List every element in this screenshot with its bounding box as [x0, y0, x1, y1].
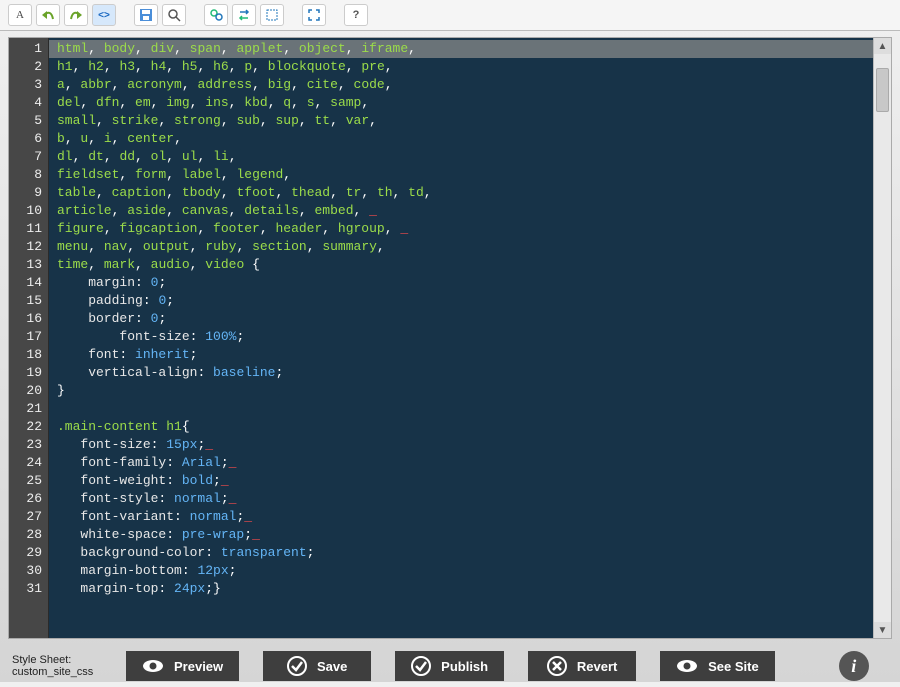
see-site-button[interactable]: See Site [660, 651, 775, 681]
save-icon[interactable] [134, 4, 158, 26]
line-number: 10 [9, 202, 48, 220]
undo-icon[interactable] [36, 4, 60, 26]
code-line[interactable]: font-style: normal;_ [49, 490, 873, 508]
line-number: 4 [9, 94, 48, 112]
code-line[interactable]: article, aside, canvas, details, embed, … [49, 202, 873, 220]
code-line[interactable]: white-space: pre-wrap;_ [49, 526, 873, 544]
scroll-thumb[interactable] [876, 68, 889, 112]
line-number: 18 [9, 346, 48, 364]
code-line[interactable]: background-color: transparent; [49, 544, 873, 562]
code-line[interactable]: small, strike, strong, sub, sup, tt, var… [49, 112, 873, 130]
help-icon[interactable]: ? [344, 4, 368, 26]
replace-icon[interactable] [232, 4, 256, 26]
line-gutter: 1234567891011121314151617181920212223242… [9, 38, 49, 638]
scroll-up-icon[interactable]: ▲ [874, 38, 891, 54]
line-number: 20 [9, 382, 48, 400]
code-line[interactable]: margin: 0; [49, 274, 873, 292]
code-line[interactable]: table, caption, tbody, tfoot, thead, tr,… [49, 184, 873, 202]
line-number: 22 [9, 418, 48, 436]
info-icon[interactable]: i [839, 651, 869, 681]
check-circle-icon [287, 656, 307, 676]
line-number: 28 [9, 526, 48, 544]
code-area[interactable]: html, body, div, span, applet, object, i… [49, 38, 873, 638]
line-number: 12 [9, 238, 48, 256]
code-line[interactable]: fieldset, form, label, legend, [49, 166, 873, 184]
fullscreen-icon[interactable] [302, 4, 326, 26]
line-number: 19 [9, 364, 48, 382]
preview-button[interactable]: Preview [126, 651, 239, 681]
select-all-icon[interactable] [260, 4, 284, 26]
stylesheet-label: Style Sheet: custom_site_css [12, 654, 102, 678]
code-line[interactable]: html, body, div, span, applet, object, i… [49, 40, 873, 58]
code-line[interactable]: padding: 0; [49, 292, 873, 310]
line-number: 7 [9, 148, 48, 166]
line-number: 5 [9, 112, 48, 130]
check-circle-icon [411, 656, 431, 676]
save-button[interactable]: Save [263, 651, 371, 681]
line-number: 26 [9, 490, 48, 508]
vertical-scrollbar[interactable]: ▲ ▼ [873, 38, 891, 638]
line-number: 8 [9, 166, 48, 184]
code-line[interactable]: h1, h2, h3, h4, h5, h6, p, blockquote, p… [49, 58, 873, 76]
code-line[interactable]: font-size: 100%; [49, 328, 873, 346]
publish-button[interactable]: Publish [395, 651, 504, 681]
zoom-icon[interactable] [162, 4, 186, 26]
line-number: 13 [9, 256, 48, 274]
code-line[interactable] [49, 400, 873, 418]
code-line[interactable]: border: 0; [49, 310, 873, 328]
line-number: 9 [9, 184, 48, 202]
code-line[interactable]: .main-content h1{ [49, 418, 873, 436]
code-line[interactable]: del, dfn, em, img, ins, kbd, q, s, samp, [49, 94, 873, 112]
code-line[interactable]: vertical-align: baseline; [49, 364, 873, 382]
code-line[interactable]: font-size: 15px;_ [49, 436, 873, 454]
line-number: 23 [9, 436, 48, 454]
line-number: 30 [9, 562, 48, 580]
line-number: 2 [9, 58, 48, 76]
select-element-icon[interactable]: A [8, 4, 32, 26]
line-number: 24 [9, 454, 48, 472]
line-number: 11 [9, 220, 48, 238]
line-number: 16 [9, 310, 48, 328]
code-line[interactable]: font: inherit; [49, 346, 873, 364]
revert-button[interactable]: Revert [528, 651, 636, 681]
line-number: 31 [9, 580, 48, 598]
line-number: 15 [9, 292, 48, 310]
editor-toolbar: A <> ? [0, 0, 900, 31]
line-number: 27 [9, 508, 48, 526]
code-line[interactable]: figure, figcaption, footer, header, hgro… [49, 220, 873, 238]
line-number: 6 [9, 130, 48, 148]
bottom-bar: Style Sheet: custom_site_css Preview Sav… [0, 645, 900, 687]
redo-icon[interactable] [64, 4, 88, 26]
code-line[interactable]: font-variant: normal;_ [49, 508, 873, 526]
line-number: 3 [9, 76, 48, 94]
eye-icon [676, 659, 698, 673]
line-number: 25 [9, 472, 48, 490]
line-number: 14 [9, 274, 48, 292]
line-number: 29 [9, 544, 48, 562]
scroll-down-icon[interactable]: ▼ [874, 622, 891, 638]
code-line[interactable]: margin-top: 24px;} [49, 580, 873, 598]
eye-icon [142, 659, 164, 673]
line-number: 17 [9, 328, 48, 346]
code-line[interactable]: margin-bottom: 12px; [49, 562, 873, 580]
code-line[interactable]: font-family: Arial;_ [49, 454, 873, 472]
code-line[interactable]: time, mark, audio, video { [49, 256, 873, 274]
code-line[interactable]: a, abbr, acronym, address, big, cite, co… [49, 76, 873, 94]
code-editor[interactable]: 1234567891011121314151617181920212223242… [8, 37, 892, 639]
code-line[interactable]: b, u, i, center, [49, 130, 873, 148]
line-number: 1 [9, 40, 48, 58]
code-line[interactable]: font-weight: bold;_ [49, 472, 873, 490]
code-line[interactable]: menu, nav, output, ruby, section, summar… [49, 238, 873, 256]
code-line[interactable]: dl, dt, dd, ol, ul, li, [49, 148, 873, 166]
code-line[interactable]: } [49, 382, 873, 400]
code-view-icon[interactable]: <> [92, 4, 116, 26]
line-number: 21 [9, 400, 48, 418]
x-circle-icon [547, 656, 567, 676]
find-icon[interactable] [204, 4, 228, 26]
